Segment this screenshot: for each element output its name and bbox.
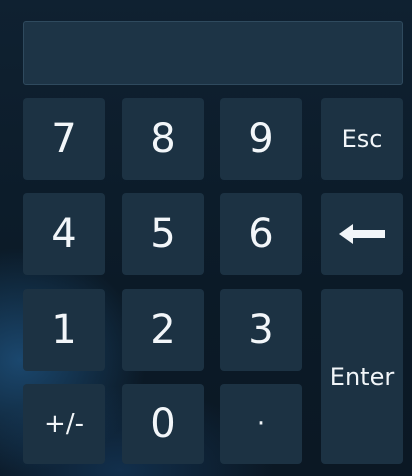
input-display[interactable] (23, 21, 403, 85)
key-2[interactable]: 2 (122, 289, 204, 371)
decimal-key[interactable]: · (220, 384, 302, 464)
key-0[interactable]: 0 (122, 384, 204, 464)
key-9[interactable]: 9 (220, 98, 302, 180)
plus-minus-key[interactable]: +/- (23, 384, 105, 464)
esc-key[interactable]: Esc (321, 98, 403, 180)
enter-key[interactable]: Enter (321, 289, 403, 464)
backspace-key[interactable] (321, 193, 403, 275)
key-5[interactable]: 5 (122, 193, 204, 275)
key-1[interactable]: 1 (23, 289, 105, 371)
backspace-arrow-icon (339, 223, 385, 245)
keypad-panel: 7 8 9 Esc 4 5 6 1 2 3 Enter +/- 0 · (0, 0, 412, 476)
key-4[interactable]: 4 (23, 193, 105, 275)
key-6[interactable]: 6 (220, 193, 302, 275)
key-8[interactable]: 8 (122, 98, 204, 180)
key-3[interactable]: 3 (220, 289, 302, 371)
key-7[interactable]: 7 (23, 98, 105, 180)
